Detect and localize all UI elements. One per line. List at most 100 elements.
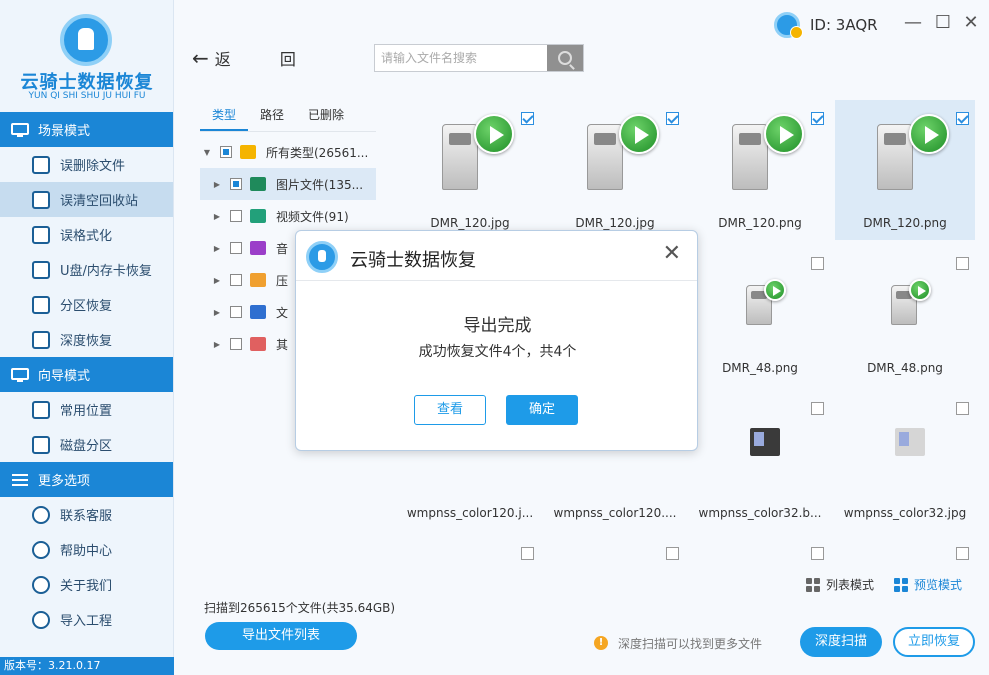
tree-checkbox[interactable] [230,306,242,318]
file-checkbox[interactable] [666,547,679,560]
chevron-right-icon[interactable]: ▶ [212,308,222,317]
sidebar-item-label: U盘/内存卡恢复 [60,264,152,279]
chevron-right-icon[interactable]: ▶ [212,276,222,285]
file-tile[interactable] [545,535,685,568]
deep-scan-tip: 深度扫描可以找到更多文件 [618,637,763,651]
disk-partition-icon [32,435,50,454]
sidebar-sections: 场景模式 误删除文件 误清空回收站 误格式化 U盘/内存卡恢复分区恢复 深度恢复向导模式常… [0,112,173,637]
tree-row-label: 视频文件(91) [276,209,349,224]
tree-checkbox[interactable] [230,274,242,286]
close-icon[interactable]: ✕ [663,242,681,266]
usb-card-icon [32,260,50,279]
chevron-right-icon[interactable]: ▶ [212,180,222,189]
file-checkbox[interactable] [811,547,824,560]
tree-row[interactable]: ▼ 所有类型(26561... [200,136,376,168]
sidebar-item[interactable]: 误删除文件 [0,147,173,182]
tree-row-label: 其 [276,337,289,352]
sidebar-item[interactable]: 关于我们 [0,567,173,602]
sidebar-item-label: 常用位置 [60,404,113,419]
chevron-right-icon[interactable]: ▶ [212,244,222,253]
arrow-left-icon: ← [192,46,209,70]
file-tile[interactable] [400,535,540,568]
file-checkbox[interactable] [956,257,969,270]
tree-tab[interactable]: 路径 [248,100,296,131]
file-checkbox[interactable] [666,112,679,125]
computer-thumbnail-icon [442,124,478,190]
sidebar-item[interactable]: 深度恢复 [0,322,173,357]
file-checkbox[interactable] [521,547,534,560]
computer-thumbnail-icon [732,124,768,190]
file-checkbox[interactable] [811,112,824,125]
tree-tabs: 类型 路径 已删除 [200,100,376,132]
file-tile[interactable]: DMR_120.jpg [400,100,540,240]
sidebar-item[interactable]: 误清空回收站 [0,182,173,217]
file-tile[interactable] [690,535,830,568]
sidebar: 云骑士数据恢复 YUN QI SHI SHU JU HUI FU 场景模式 误删除… [0,0,174,675]
minimize-button[interactable]: — [904,14,922,32]
file-checkbox[interactable] [521,112,534,125]
sidebar-item[interactable]: 联系客服 [0,497,173,532]
import-project-icon [32,610,50,629]
file-type-icon [250,241,266,255]
file-checkbox[interactable] [956,547,969,560]
sidebar-item[interactable]: 导入工程 [0,602,173,637]
tree-checkbox[interactable] [230,242,242,254]
dialog-message-detail: 成功恢复文件4个，共4个 [418,344,577,360]
file-tile[interactable]: DMR_120.png [835,100,975,240]
ok-button[interactable]: 确定 [506,395,578,425]
file-checkbox[interactable] [811,402,824,415]
deep-scan-button[interactable]: 深度扫描 [800,627,882,657]
user-avatar-icon[interactable] [774,12,803,39]
back-button[interactable]: ← 返 回 [192,46,318,70]
tree-checkbox[interactable] [230,178,242,190]
search-input[interactable] [375,45,545,71]
maximize-button[interactable]: ☐ [934,14,952,32]
format-icon [32,225,50,244]
file-tile[interactable]: DMR_48.png [835,245,975,385]
tree-row[interactable]: ▶ 视频文件(91) [200,200,376,232]
sidebar-item[interactable]: 误格式化 [0,217,173,252]
tree-checkbox[interactable] [220,146,232,158]
dialog-title: 云骑士数据恢复 [350,250,476,271]
chevron-right-icon[interactable]: ▶ [212,340,222,349]
tree-row[interactable]: ▶ 图片文件(135... [200,168,376,200]
file-tile[interactable]: wmpnss_color32.b... [690,390,830,530]
chevron-down-icon[interactable]: ▼ [202,148,212,157]
file-tile[interactable] [835,535,975,568]
sidebar-item[interactable]: 磁盘分区 [0,427,173,462]
file-tile[interactable]: DMR_48.png [690,245,830,385]
list-mode-button[interactable]: 列表模式 [806,576,874,593]
chevron-right-icon[interactable]: ▶ [212,212,222,221]
sidebar-item[interactable]: 分区恢复 [0,287,173,322]
file-checkbox[interactable] [956,402,969,415]
search-button[interactable] [547,45,583,71]
tree-row-label: 音 [276,241,289,256]
recover-now-button[interactable]: 立即恢复 [893,627,975,657]
tree-row-label: 文 [276,305,289,320]
sidebar-section-title: 向导模式 [38,369,91,384]
file-tile[interactable]: DMR_120.png [690,100,830,240]
file-checkbox[interactable] [811,257,824,270]
file-tile[interactable]: DMR_120.jpg [545,100,685,240]
sidebar-section-header: 场景模式 [0,112,173,147]
play-icon [909,114,949,154]
export-file-list-button[interactable]: 导出文件列表 [205,622,357,650]
close-window-button[interactable]: ✕ [962,14,980,32]
view-button[interactable]: 查看 [414,395,486,425]
tree-checkbox[interactable] [230,210,242,222]
tree-tab[interactable]: 类型 [200,100,249,131]
tree-checkbox[interactable] [230,338,242,350]
preview-mode-button[interactable]: 预览模式 [894,576,962,593]
sidebar-item[interactable]: 常用位置 [0,392,173,427]
help-icon [32,540,50,559]
list-mode-label: 列表模式 [826,578,875,592]
sidebar-item[interactable]: 帮助中心 [0,532,173,567]
tree-tab[interactable]: 已删除 [296,100,356,131]
sidebar-item[interactable]: U盘/内存卡恢复 [0,252,173,287]
file-tile[interactable]: wmpnss_color32.jpg [835,390,975,530]
export-complete-dialog: 云骑士数据恢复 ✕ 导出完成 成功恢复文件4个，共4个 查看 确定 [295,230,698,451]
sidebar-section-header: 向导模式 [0,357,173,392]
file-checkbox[interactable] [956,112,969,125]
file-type-icon [250,273,266,287]
signpost-icon [10,367,30,382]
